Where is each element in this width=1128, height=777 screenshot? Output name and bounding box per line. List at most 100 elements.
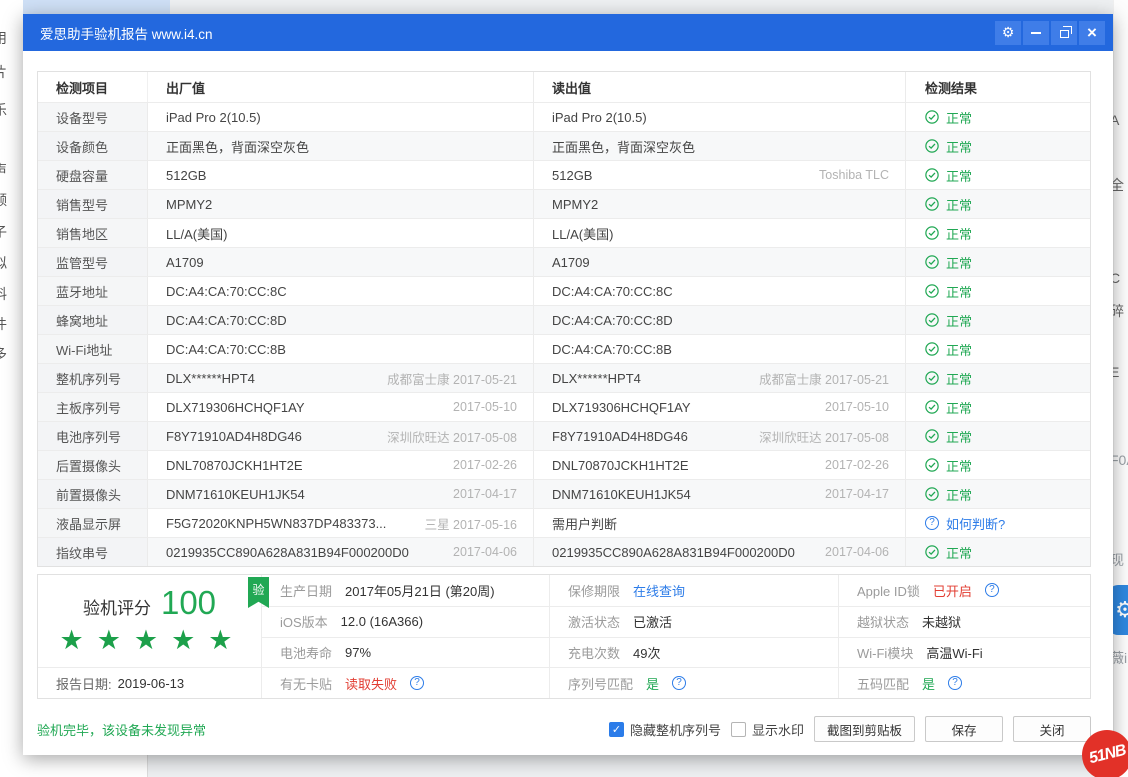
item-label: 主板序列号 <box>38 393 148 421</box>
result-cell: 正常 <box>906 485 1092 504</box>
read-value-cell: DC:A4:CA:70:CC:8D <box>534 306 906 334</box>
show-watermark-label: 显示水印 <box>752 720 804 739</box>
help-icon[interactable]: ? <box>948 676 962 690</box>
read-value-cell: DC:A4:CA:70:CC:8C <box>534 277 906 305</box>
minimize-icon[interactable] <box>1023 21 1049 45</box>
table-row: 硬盘容量512GB512GBToshiba TLC正常 <box>38 160 1090 189</box>
summary-value: 12.0 (16A366) <box>341 614 423 629</box>
read-note: 2017-05-10 <box>825 400 889 414</box>
how-to-judge-link[interactable]: 如何判断? <box>946 514 1005 533</box>
result-cell: 正常 <box>906 166 1092 185</box>
result-cell: 正常 <box>906 543 1092 562</box>
background-text-fragment: 用 <box>0 28 7 48</box>
hide-serial-checkbox[interactable]: ✓ 隐藏整机序列号 <box>609 720 721 739</box>
table-row: 液晶显示屏F5G72020KNPH5WN837DP483373...三星 201… <box>38 508 1090 537</box>
factory-note: 2017-02-26 <box>453 458 517 472</box>
header-item: 检测项目 <box>38 72 148 102</box>
summary-cell: 激活状态已激活 <box>550 606 838 637</box>
result-normal-text: 正常 <box>946 282 972 301</box>
result-cell: 正常 <box>906 108 1092 127</box>
close-button[interactable]: 关闭 <box>1013 716 1091 742</box>
table-row: 整机序列号DLX******HPT4成都富士康 2017-05-21DLX***… <box>38 363 1090 392</box>
table-row: 蓝牙地址DC:A4:CA:70:CC:8CDC:A4:CA:70:CC:8C正常 <box>38 276 1090 305</box>
factory-value-cell: 0219935CC890A628A831B94F000200D02017-04-… <box>148 538 534 566</box>
result-cell: 正常 <box>906 340 1092 359</box>
result-normal-text: 正常 <box>946 195 972 214</box>
background-text-fragment: 片 <box>0 62 7 82</box>
table-row: 蜂窝地址DC:A4:CA:70:CC:8DDC:A4:CA:70:CC:8D正常 <box>38 305 1090 334</box>
item-label: 液晶显示屏 <box>38 509 148 537</box>
background-text-fragment: 频 <box>0 190 7 210</box>
read-value-cell: F8Y71910AD4H8DG46深圳欣旺达 2017-05-08 <box>534 422 906 450</box>
result-normal-text: 正常 <box>946 108 972 127</box>
result-cell: 正常 <box>906 195 1092 214</box>
item-label: 电池序列号 <box>38 422 148 450</box>
factory-value-cell: DC:A4:CA:70:CC:8C <box>148 277 534 305</box>
background-text-fragment: 件 <box>0 314 7 334</box>
result-cell: 正常 <box>906 427 1092 446</box>
checkbox-checked-icon[interactable]: ✓ <box>609 722 624 737</box>
report-window: 爱思助手验机报告 www.i4.cn ⚙ × 检测项目 出厂值 读出值 检测结果… <box>23 14 1113 755</box>
checkbox-unchecked-icon[interactable] <box>731 722 746 737</box>
summary-label: 充电次数 <box>568 643 620 662</box>
check-circle-icon <box>925 168 939 182</box>
item-label: 设备型号 <box>38 103 148 131</box>
screenshot-to-clipboard-button[interactable]: 截图到剪贴板 <box>814 716 915 742</box>
read-note: 2017-04-17 <box>825 487 889 501</box>
factory-note: 2017-04-17 <box>453 487 517 501</box>
item-label: 后置摄像头 <box>38 451 148 479</box>
result-normal-text: 正常 <box>946 369 972 388</box>
read-note: 成都富士康 2017-05-21 <box>759 369 889 388</box>
table-row: 销售地区LL/A(美国)LL/A(美国)正常 <box>38 218 1090 247</box>
show-watermark-checkbox[interactable]: 显示水印 <box>731 720 804 739</box>
summary-label: 有无卡贴 <box>280 674 332 693</box>
item-label: 销售地区 <box>38 219 148 247</box>
table-row: 监管型号A1709A1709正常 <box>38 247 1090 276</box>
result-normal-text: 正常 <box>946 398 972 417</box>
summary-value[interactable]: 在线查询 <box>633 581 685 600</box>
background-text-fragment: 料 <box>0 284 7 304</box>
background-text-fragment: 多 <box>0 344 7 364</box>
summary-cell: 电池寿命 97% <box>262 637 549 668</box>
item-label: 指纹串号 <box>38 538 148 566</box>
summary-label: 电池寿命 <box>280 643 332 662</box>
table-row: 前置摄像头DNM71610KEUH1JK542017-04-17DNM71610… <box>38 479 1090 508</box>
help-icon[interactable]: ? <box>672 676 686 690</box>
summary-cell: Wi-Fi模块高温Wi-Fi <box>839 637 1090 668</box>
result-cell: 正常 <box>906 456 1092 475</box>
star-rating: ★★★★★ <box>53 625 245 656</box>
check-circle-icon <box>925 342 939 356</box>
restore-icon[interactable] <box>1051 21 1077 45</box>
summary-value: 已激活 <box>633 612 672 631</box>
summary-cell: 生产日期2017年05月21日 (第20周) <box>262 575 549 606</box>
check-circle-icon <box>925 400 939 414</box>
save-button[interactable]: 保存 <box>925 716 1003 742</box>
factory-value-cell: F5G72020KNPH5WN837DP483373...三星 2017-05-… <box>148 509 534 537</box>
help-icon[interactable]: ? <box>410 676 424 690</box>
hide-serial-label: 隐藏整机序列号 <box>630 720 721 739</box>
background-text-fragment: 声 <box>0 160 7 180</box>
help-icon[interactable]: ? <box>985 583 999 597</box>
check-circle-icon <box>925 458 939 472</box>
result-normal-text: 正常 <box>946 137 972 156</box>
item-label: 蓝牙地址 <box>38 277 148 305</box>
check-circle-icon <box>925 197 939 211</box>
factory-value-cell: DNL70870JCKH1HT2E2017-02-26 <box>148 451 534 479</box>
result-cell: ? 如何判断? <box>906 514 1092 533</box>
check-circle-icon <box>925 545 939 559</box>
report-date-value: 2019-06-13 <box>118 676 185 691</box>
result-normal-text: 正常 <box>946 166 972 185</box>
settings-icon[interactable]: ⚙ <box>995 21 1021 45</box>
check-circle-icon <box>925 139 939 153</box>
summary-value: 97% <box>345 645 371 660</box>
table-row: 指纹串号0219935CC890A628A831B94F000200D02017… <box>38 537 1090 566</box>
summary-value: 是 <box>646 674 659 693</box>
close-icon[interactable]: × <box>1079 21 1105 45</box>
status-message: 验机完毕，该设备未发现异常 <box>37 720 206 739</box>
item-label: Wi-Fi地址 <box>38 335 148 363</box>
factory-value-cell: iPad Pro 2(10.5) <box>148 103 534 131</box>
background-text-fragment: 拟 <box>0 253 7 273</box>
help-icon[interactable]: ? <box>925 516 939 530</box>
factory-value-cell: DNM71610KEUH1JK542017-04-17 <box>148 480 534 508</box>
read-note: 2017-04-06 <box>825 545 889 559</box>
